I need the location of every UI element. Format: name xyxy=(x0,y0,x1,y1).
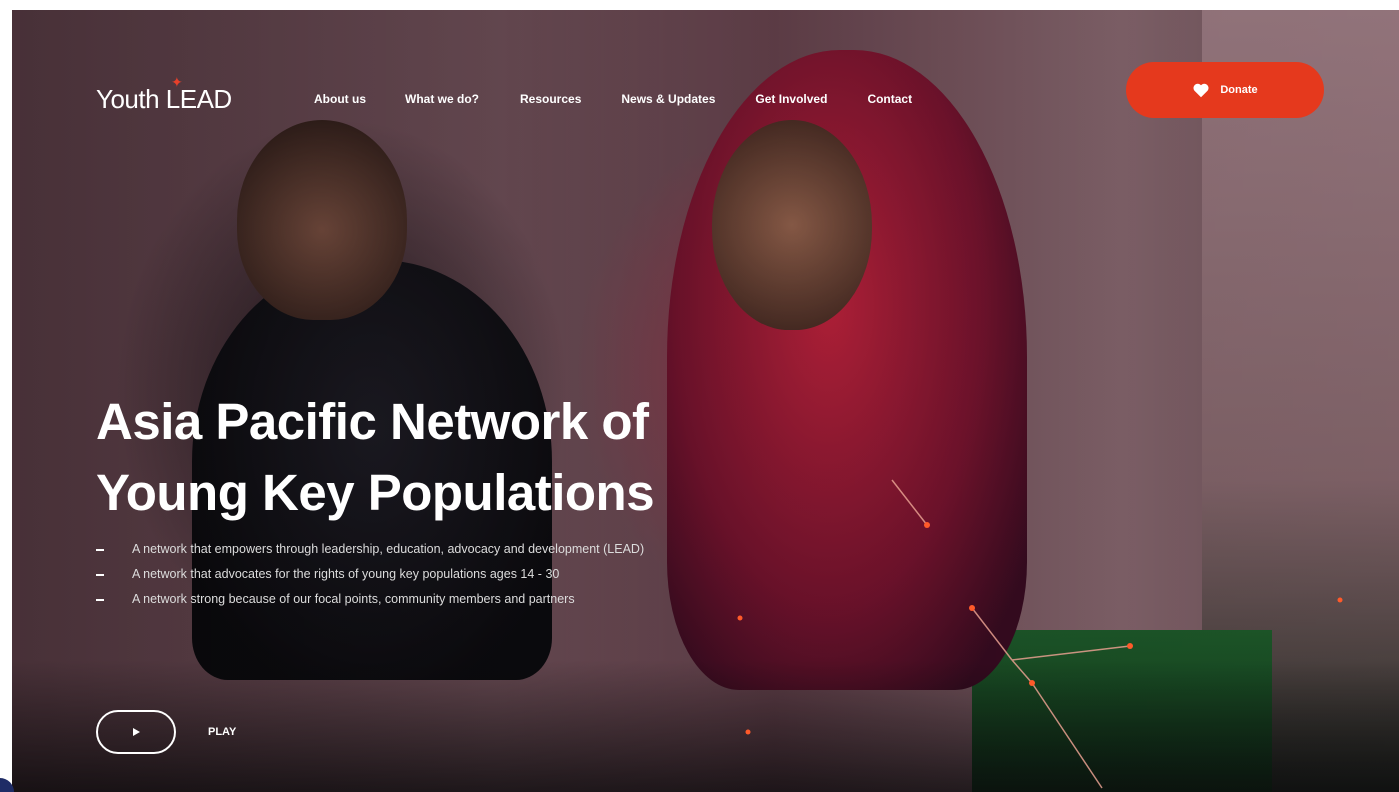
hero-title-line-2: Young Key Populations xyxy=(96,464,655,522)
bullet-text: A network strong because of our focal po… xyxy=(132,592,575,606)
logo-star-icon: ✦ xyxy=(171,74,183,90)
nav-item-resources[interactable]: Resources xyxy=(520,92,581,106)
nav-item-contact[interactable]: Contact xyxy=(867,92,912,106)
logo-text: Youth LEAD xyxy=(96,84,232,114)
play-label[interactable]: PLAY xyxy=(208,726,236,738)
bullet-text: A network that advocates for the rights … xyxy=(132,567,560,581)
nav-item-what-we-do[interactable]: What we do? xyxy=(405,92,479,106)
nav-item-news-updates[interactable]: News & Updates xyxy=(621,92,715,106)
main-nav: About us What we do? Resources News & Up… xyxy=(314,92,912,106)
list-item: A network strong because of our focal po… xyxy=(96,590,716,609)
bullet-dash-icon xyxy=(96,549,104,551)
list-item: A network that advocates for the rights … xyxy=(96,565,716,584)
heart-icon xyxy=(1193,83,1209,98)
donate-button[interactable]: Donate xyxy=(1126,62,1324,118)
hero-bullet-list: A network that empowers through leadersh… xyxy=(96,540,716,615)
bullet-dash-icon xyxy=(96,574,104,576)
brand-logo[interactable]: Youth LEAD ✦ xyxy=(96,74,232,115)
hero-title: Asia Pacific Network of Young Key Popula… xyxy=(96,386,776,529)
bullet-text: A network that empowers through leadersh… xyxy=(132,542,645,556)
play-icon xyxy=(132,728,140,736)
list-item: A network that empowers through leadersh… xyxy=(96,540,716,559)
hero-title-line-1: Asia Pacific Network of xyxy=(96,393,649,450)
nav-item-get-involved[interactable]: Get Involved xyxy=(755,92,827,106)
play-button[interactable] xyxy=(96,710,176,754)
donate-label: Donate xyxy=(1220,84,1258,96)
nav-item-about-us[interactable]: About us xyxy=(314,92,366,106)
bullet-dash-icon xyxy=(96,599,104,601)
